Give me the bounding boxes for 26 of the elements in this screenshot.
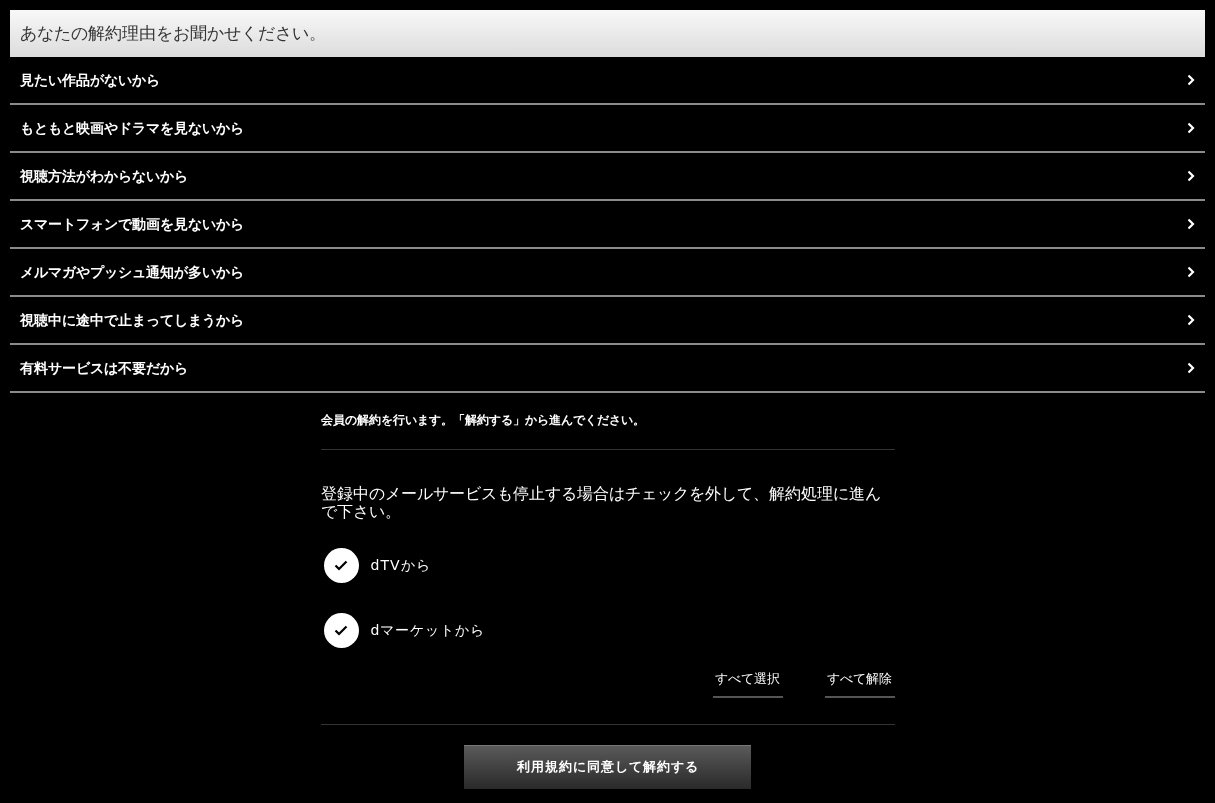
chevron-right-icon	[1187, 170, 1195, 182]
select-link[interactable]: すべて解除	[824, 669, 895, 698]
cancel-submit-button[interactable]: 利用規約に同意して解約する	[464, 744, 751, 789]
reason-item[interactable]: メルマガやプッシュ通知が多いから	[10, 249, 1205, 297]
reason-item[interactable]: もともと映画やドラマを見ないから	[10, 105, 1205, 153]
checkbox-label: dTVから	[370, 556, 431, 575]
checkbox[interactable]	[323, 613, 359, 648]
reason-item[interactable]: 視聴方法がわからないから	[10, 153, 1205, 201]
reason-item[interactable]: 視聴中に途中で止まってしまうから	[10, 297, 1205, 345]
mail-heading: 登録中のメールサービスも停止する場合はチェックを外して、解約処理に進んで下さい。	[320, 485, 882, 521]
check-icon	[334, 625, 348, 636]
check-icon	[334, 560, 348, 571]
chevron-right-icon	[1187, 362, 1195, 374]
checkbox-label: dマーケットから	[370, 621, 486, 640]
page-header: あなたの解約理由をお聞かせください。	[10, 10, 1205, 57]
chevron-right-icon	[1187, 314, 1195, 326]
select-link[interactable]: すべて選択	[712, 669, 783, 698]
reason-item[interactable]: スマートフォンで動画を見ないから	[10, 201, 1205, 249]
chevron-right-icon	[1187, 122, 1195, 134]
notice-text: 会員の解約を行います。「解約する」から進んでください。	[320, 393, 895, 450]
reason-item[interactable]: 有料サービスは不要だから	[10, 345, 1205, 393]
chevron-right-icon	[1187, 266, 1195, 278]
checkbox[interactable]	[323, 548, 359, 583]
chevron-right-icon	[1187, 74, 1195, 86]
chevron-right-icon	[1187, 218, 1195, 230]
reason-item[interactable]: 見たい作品がないから	[10, 57, 1205, 105]
